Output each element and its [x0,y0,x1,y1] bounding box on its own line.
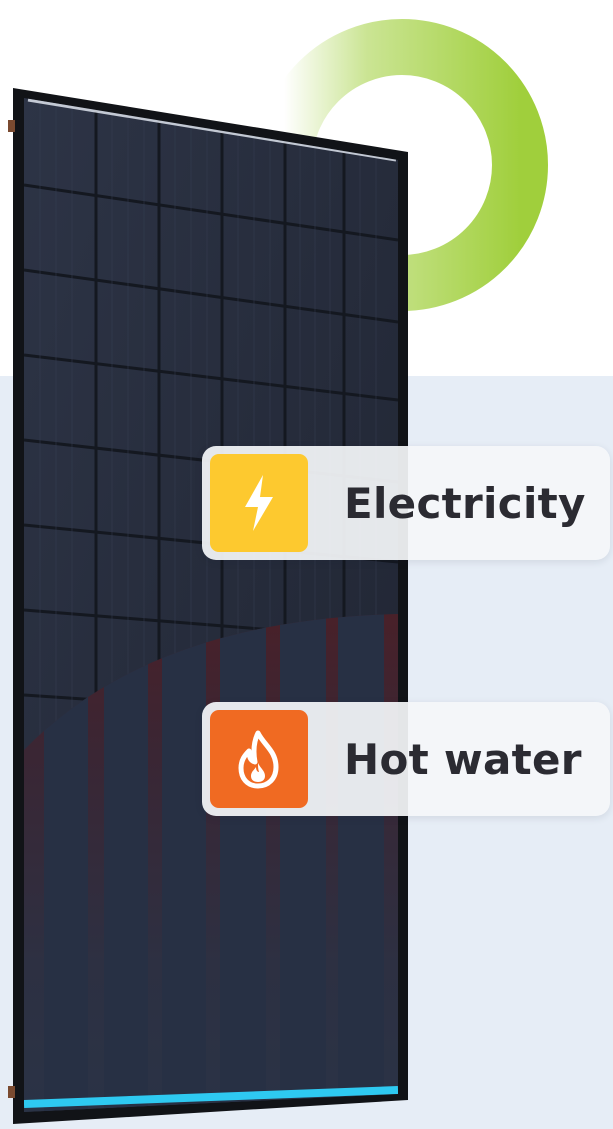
hot-water-feature-card: Hot water [202,702,610,816]
electricity-label: Electricity [344,478,586,528]
hot-water-icon-tile [210,710,308,808]
hot-water-label: Hot water [344,734,582,784]
flame-icon [238,730,279,789]
lightning-bolt-icon [245,475,273,531]
electricity-feature-card: Electricity [202,446,610,560]
electricity-icon-tile [210,454,308,552]
solar-panel-illustration [8,88,408,1124]
